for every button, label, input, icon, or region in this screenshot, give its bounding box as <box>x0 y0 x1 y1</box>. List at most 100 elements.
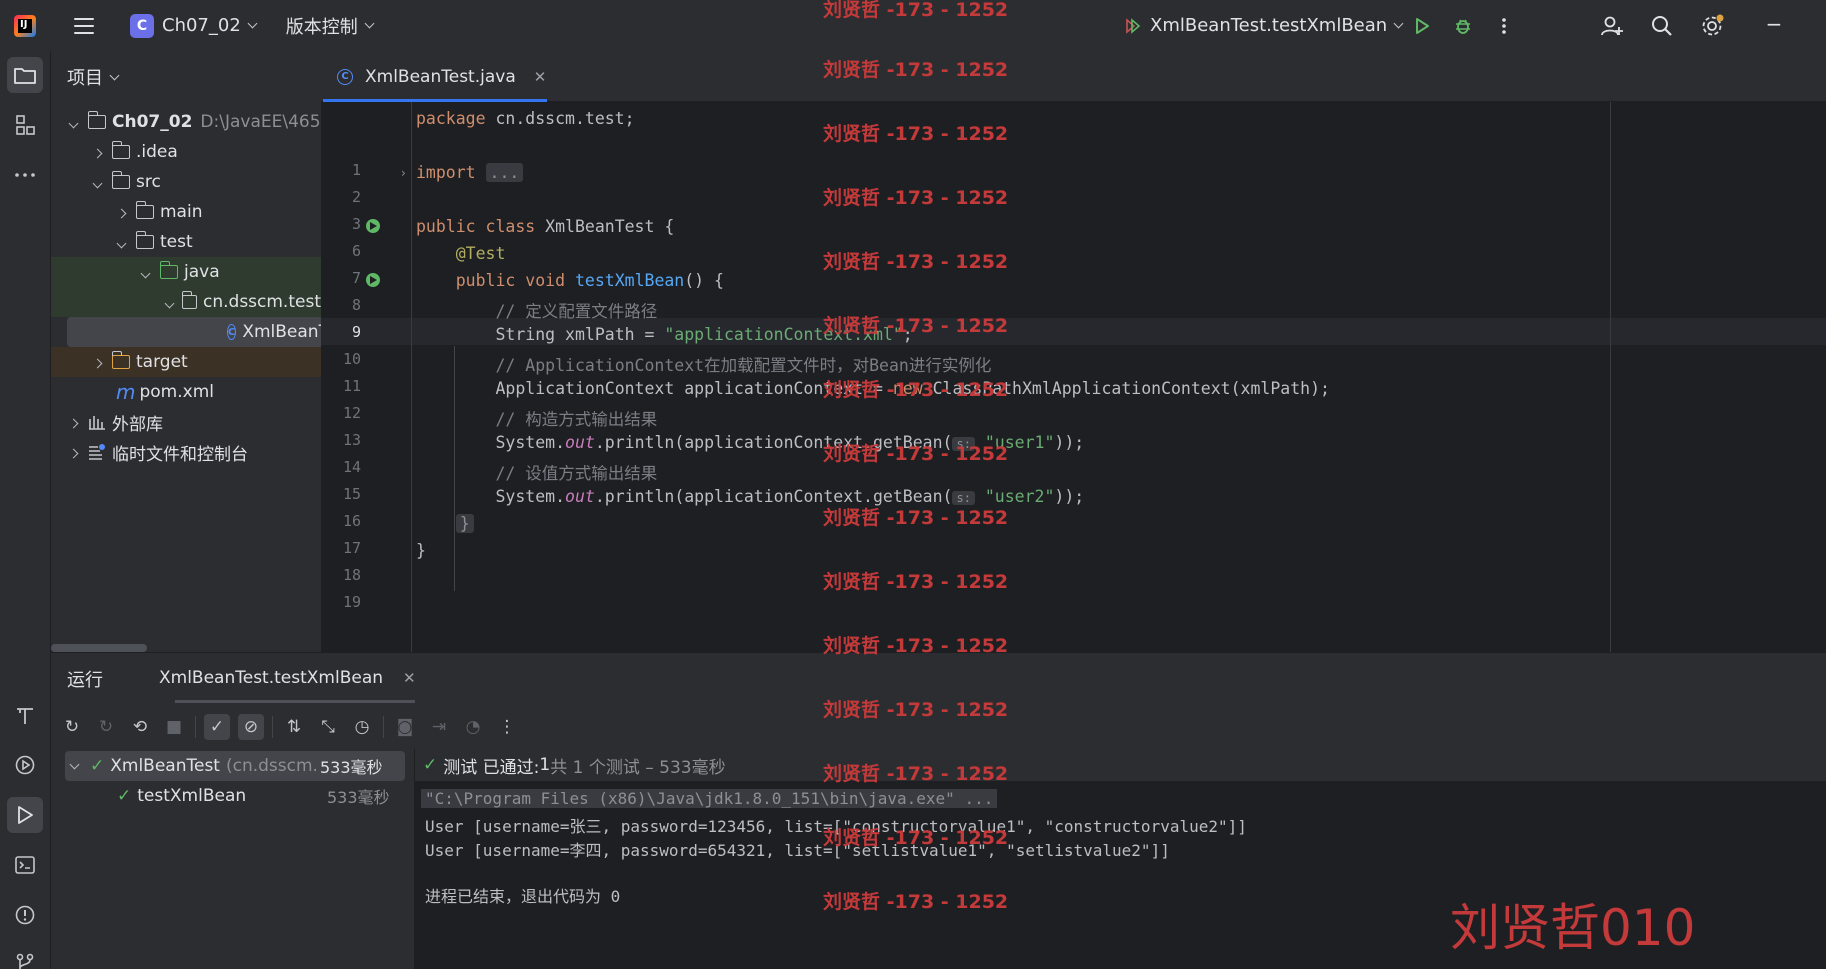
line-number: 15 <box>342 485 361 503</box>
editor: C XmlBeanTest.java ✕ 1 2 3 6 7 8 9 10 11… <box>321 51 1826 652</box>
run-test-method-icon[interactable] <box>366 273 380 287</box>
folded-imports[interactable]: ... <box>485 163 524 182</box>
project-badge[interactable]: C <box>130 13 154 38</box>
passed-check-icon: ✓ <box>90 756 105 776</box>
tree-item-scratches[interactable]: 临时文件和控制台 <box>51 437 321 467</box>
passed-check-icon: ✓ <box>423 755 438 775</box>
line-number: 3 <box>351 215 361 233</box>
sort-icon[interactable]: ⇅ <box>281 714 307 740</box>
tree-item-xmlbeantest[interactable]: C XmlBeanTest <box>67 317 321 347</box>
test-row-method[interactable]: ✓ testXmlBean 533毫秒 <box>51 781 415 811</box>
tab-label: XmlBeanTest.java <box>365 66 516 87</box>
tree-item-label: Ch07_02 <box>112 112 193 132</box>
add-user-icon[interactable] <box>1598 12 1626 40</box>
run-config-selector[interactable]: XmlBeanTest.testXmlBean <box>1124 0 1404 51</box>
line-number: 12 <box>342 404 361 422</box>
project-panel-header[interactable]: 项目 <box>67 64 120 90</box>
run-config-name: XmlBeanTest.testXmlBean <box>1150 15 1388 36</box>
tree-item-test[interactable]: test <box>51 227 321 257</box>
minimize-button[interactable]: − <box>1760 10 1788 38</box>
class-icon: C <box>227 324 237 340</box>
line-number: 17 <box>342 539 361 557</box>
search-icon[interactable] <box>1648 12 1676 40</box>
summary-prefix: 测试 已通过: <box>443 757 540 778</box>
close-icon[interactable]: ✕ <box>403 669 416 687</box>
code-line-13: ApplicationContext applicationContext = … <box>495 379 1330 398</box>
tab-xmlbeantest-java[interactable]: C XmlBeanTest.java ✕ <box>321 51 547 102</box>
tree-item-target[interactable]: target <box>51 347 321 377</box>
chevron-right-icon <box>92 148 103 159</box>
title-bar: IJ C Ch07_02 版本控制 XmlBeanTest.testXmlBea… <box>0 0 1826 51</box>
horizontal-scrollbar[interactable] <box>51 644 147 652</box>
structure-tool-icon[interactable] <box>7 107 43 143</box>
code-line-19: } <box>416 541 426 560</box>
tree-item-package[interactable]: cn.dsscm.test <box>51 287 321 317</box>
run-icon[interactable] <box>1408 12 1436 40</box>
rerun-failed-icon[interactable]: ↻ <box>93 714 119 740</box>
library-icon <box>89 416 105 430</box>
build-tool-icon[interactable] <box>7 697 43 733</box>
left-tool-strip <box>0 51 51 969</box>
tree-item-label: pom.xml <box>139 382 214 402</box>
test-duration: 533毫秒 <box>327 788 390 807</box>
more-tools-icon[interactable] <box>7 157 43 193</box>
chevron-right-icon <box>92 358 103 369</box>
chevron-down-icon <box>140 268 151 279</box>
tree-item-src[interactable]: src <box>51 167 321 197</box>
run-tab-label: XmlBeanTest.testXmlBean <box>159 668 384 688</box>
project-switcher[interactable]: Ch07_02 <box>162 15 258 36</box>
import-icon[interactable]: ⇥ <box>426 714 452 740</box>
debug-icon[interactable] <box>1449 12 1477 40</box>
run-test-class-icon[interactable] <box>366 219 380 233</box>
terminal-tool-icon[interactable] <box>7 847 43 883</box>
tree-item-label: test <box>160 232 193 252</box>
main-menu-icon[interactable] <box>74 17 94 34</box>
coverage-icon[interactable]: ◔ <box>460 714 486 740</box>
services-tool-icon[interactable] <box>7 747 43 783</box>
toggle-auto-test-icon[interactable]: ⟲ <box>127 714 153 740</box>
line-number: 6 <box>351 242 361 260</box>
code-line-10: // 定义配置文件路径 <box>495 302 658 321</box>
more-vertical-icon[interactable]: ⋮ <box>494 714 520 740</box>
param-hint: s: <box>952 491 975 505</box>
rerun-icon[interactable]: ↻ <box>59 714 85 740</box>
package-icon <box>181 291 197 309</box>
chevron-right-icon <box>116 208 127 219</box>
problems-tool-icon[interactable] <box>7 897 43 933</box>
tree-item-idea[interactable]: .idea <box>51 137 321 167</box>
tree-item-external-libs[interactable]: 外部库 <box>51 407 321 437</box>
tree-item-main[interactable]: main <box>51 197 321 227</box>
code-line-1: package cn.dsscm.test; <box>416 109 635 128</box>
project-tool-icon[interactable] <box>7 57 43 93</box>
fold-chevron-icon[interactable]: › <box>401 166 406 180</box>
test-row-class[interactable]: ✓ XmlBeanTest (cn.dsscm.t 533毫秒 <box>65 751 405 781</box>
test-package: (cn.dsscm.t <box>225 756 316 776</box>
more-vertical-icon[interactable] <box>1490 12 1518 40</box>
show-ignored-icon[interactable]: ⊘ <box>238 714 264 740</box>
run-tab-xmlbeantest[interactable]: XmlBeanTest.testXmlBean ✕ <box>135 653 416 703</box>
vcs-menu[interactable]: 版本控制 <box>286 13 375 39</box>
run-tool-icon[interactable] <box>7 797 43 833</box>
show-passed-icon[interactable]: ✓ <box>204 714 230 740</box>
line-number: 16 <box>342 512 361 530</box>
history-icon[interactable]: ◷ <box>349 714 375 740</box>
tree-item-label: main <box>160 202 203 222</box>
line-number: 2 <box>351 188 361 206</box>
chevron-down-icon <box>164 298 175 309</box>
chevron-right-icon <box>68 418 79 429</box>
chevron-down-icon <box>116 238 127 249</box>
git-tool-icon[interactable] <box>7 945 43 969</box>
close-icon[interactable]: ✕ <box>534 68 547 86</box>
tree-item-java[interactable]: java <box>51 257 321 287</box>
chevron-right-icon <box>68 448 79 459</box>
stop-icon[interactable]: ■ <box>161 714 187 740</box>
tree-item-ch07-02[interactable]: Ch07_02 D:\JavaEE\465 <box>51 107 321 137</box>
code-line-14: // 构造方式输出结果 <box>495 410 658 429</box>
export-icon[interactable]: ◙ <box>392 714 418 740</box>
tree-item-label: 外部库 <box>112 414 163 435</box>
settings-gear-icon[interactable] <box>1698 12 1726 40</box>
tree-item-pom[interactable]: m pom.xml <box>51 377 321 407</box>
test-results-tree: ✓ XmlBeanTest (cn.dsscm.t 533毫秒 ✓ testXm… <box>51 749 415 969</box>
collapse-icon[interactable]: ⤡ <box>315 714 341 740</box>
intellij-logo-icon[interactable]: IJ <box>14 14 36 37</box>
